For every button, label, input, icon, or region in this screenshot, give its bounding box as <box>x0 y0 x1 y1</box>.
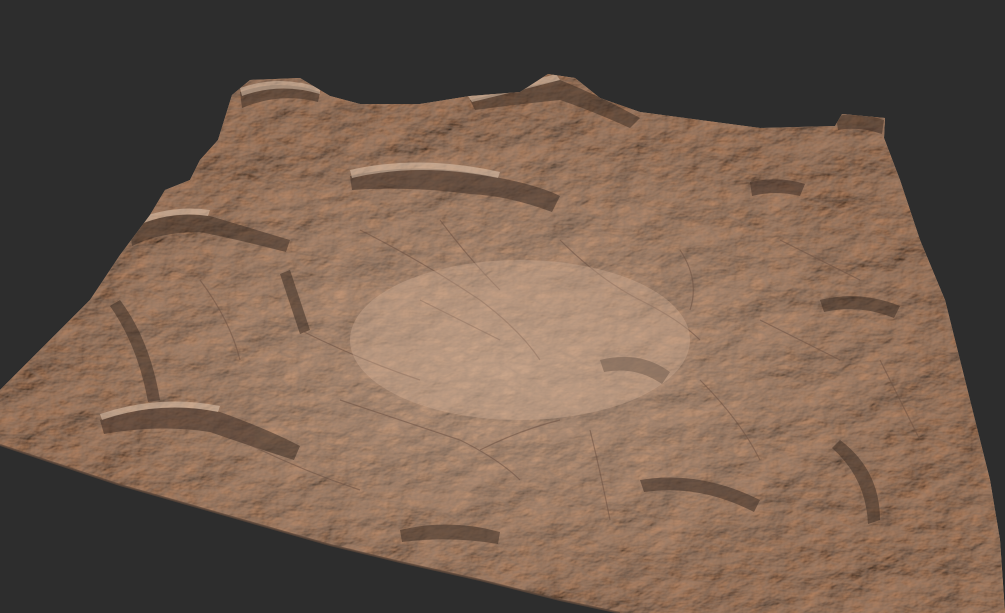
render-viewport <box>0 0 1005 613</box>
terrain-mesh <box>0 74 1005 613</box>
